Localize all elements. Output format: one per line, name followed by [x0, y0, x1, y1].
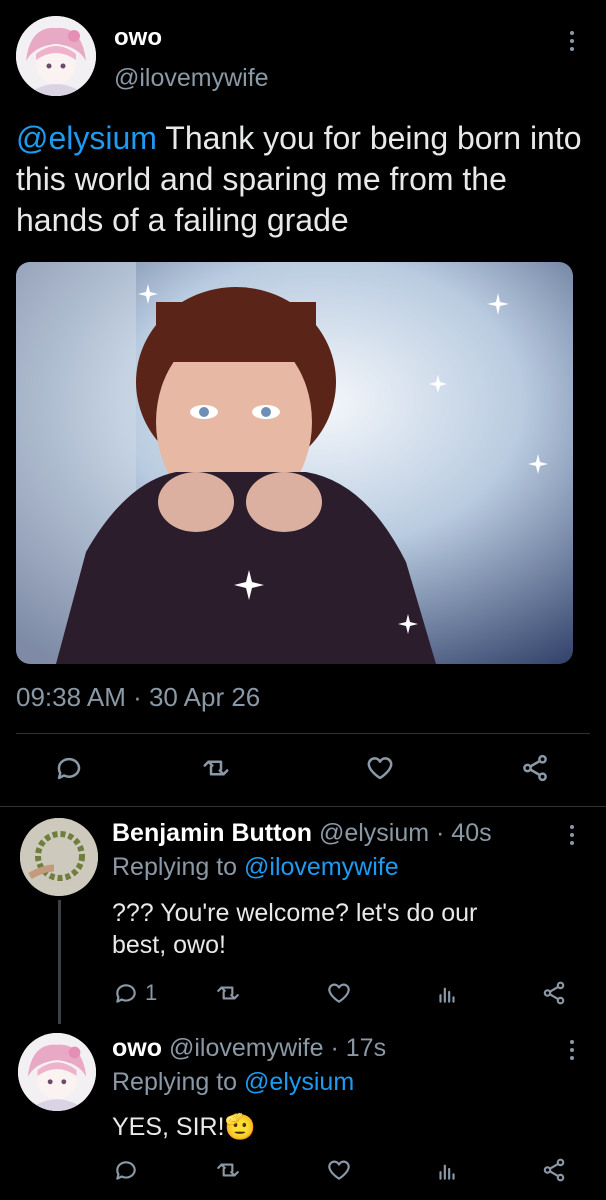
- reply-author-name[interactable]: owo: [112, 1034, 162, 1062]
- retweet-button[interactable]: [215, 1157, 241, 1183]
- share-icon: [543, 1158, 565, 1182]
- reply-icon: [57, 757, 81, 780]
- author-name[interactable]: owo: [114, 24, 162, 52]
- avatar-image: [18, 1033, 96, 1111]
- replying-to: Replying to @ilovemywife: [112, 853, 399, 882]
- author-handle[interactable]: @ilovemywife: [114, 64, 269, 93]
- reply-age: · 17s: [330, 1034, 387, 1062]
- heart-icon: [328, 1160, 350, 1180]
- reply-author-handle[interactable]: @ilovemywife: [169, 1034, 324, 1062]
- retweet-icon: [203, 760, 229, 776]
- portrait-image: [16, 262, 573, 664]
- thread-line: [58, 900, 61, 1024]
- share-button[interactable]: [541, 1157, 567, 1183]
- share-button[interactable]: [541, 980, 567, 1006]
- mention-link[interactable]: @elysium: [16, 120, 157, 156]
- tweet-photo[interactable]: [16, 262, 573, 664]
- more-options-icon[interactable]: [561, 26, 583, 56]
- replying-to-link[interactable]: @elysium: [244, 1068, 354, 1096]
- reply-icon: [116, 1161, 136, 1180]
- like-button[interactable]: [326, 980, 352, 1006]
- views-button[interactable]: [434, 980, 460, 1006]
- heart-icon: [328, 983, 350, 1003]
- share-button[interactable]: [520, 753, 550, 783]
- reply-button[interactable]: [113, 1157, 139, 1183]
- more-options-icon[interactable]: [561, 1035, 583, 1065]
- reply-text: YES, SIR!🫡: [112, 1111, 256, 1143]
- reply-icon: [116, 984, 136, 1003]
- reply-avatar[interactable]: [20, 818, 98, 896]
- avatar[interactable]: [16, 16, 96, 96]
- divider: [0, 806, 606, 807]
- reply-age: · 40s: [436, 819, 492, 847]
- views-icon: [439, 1164, 455, 1180]
- reply-button[interactable]: 1: [113, 980, 157, 1006]
- heart-icon: [367, 757, 393, 780]
- reply-header: owo @ilovemywife · 17s: [112, 1034, 386, 1063]
- reply-author-name[interactable]: Benjamin Button: [112, 819, 312, 847]
- share-icon: [523, 754, 547, 782]
- views-icon: [439, 987, 455, 1003]
- like-button[interactable]: [326, 1157, 352, 1183]
- laurel-wreath-icon: [20, 818, 98, 896]
- replying-to: Replying to @elysium: [112, 1068, 354, 1097]
- retweet-button[interactable]: [200, 753, 232, 783]
- tweet-text: @elysium Thank you for being born into t…: [16, 118, 601, 241]
- divider: [16, 733, 590, 734]
- more-options-icon[interactable]: [561, 820, 583, 850]
- avatar-image: [16, 16, 96, 96]
- reply-count: 1: [145, 980, 158, 1005]
- replying-prefix: Replying to: [112, 1068, 238, 1096]
- reply-header: Benjamin Button @elysium · 40s: [112, 819, 492, 848]
- replying-to-link[interactable]: @ilovemywife: [244, 853, 399, 881]
- retweet-button[interactable]: [215, 980, 241, 1006]
- share-icon: [543, 981, 565, 1005]
- like-button[interactable]: [365, 753, 395, 783]
- reply-button[interactable]: [54, 753, 84, 783]
- replying-prefix: Replying to: [112, 853, 238, 881]
- reply-text: ??? You're welcome? let's do our best, o…: [112, 899, 478, 959]
- tweet-timestamp[interactable]: 09:38 AM · 30 Apr 26: [16, 682, 260, 713]
- reply-body: YES, SIR!: [112, 1113, 225, 1141]
- reply-author-handle[interactable]: @elysium: [319, 819, 429, 847]
- retweet-icon: [217, 1163, 239, 1177]
- reply-avatar[interactable]: [18, 1033, 96, 1111]
- saluting-face-emoji: 🫡: [224, 1113, 256, 1141]
- retweet-icon: [217, 986, 239, 1000]
- views-button[interactable]: [434, 1157, 460, 1183]
